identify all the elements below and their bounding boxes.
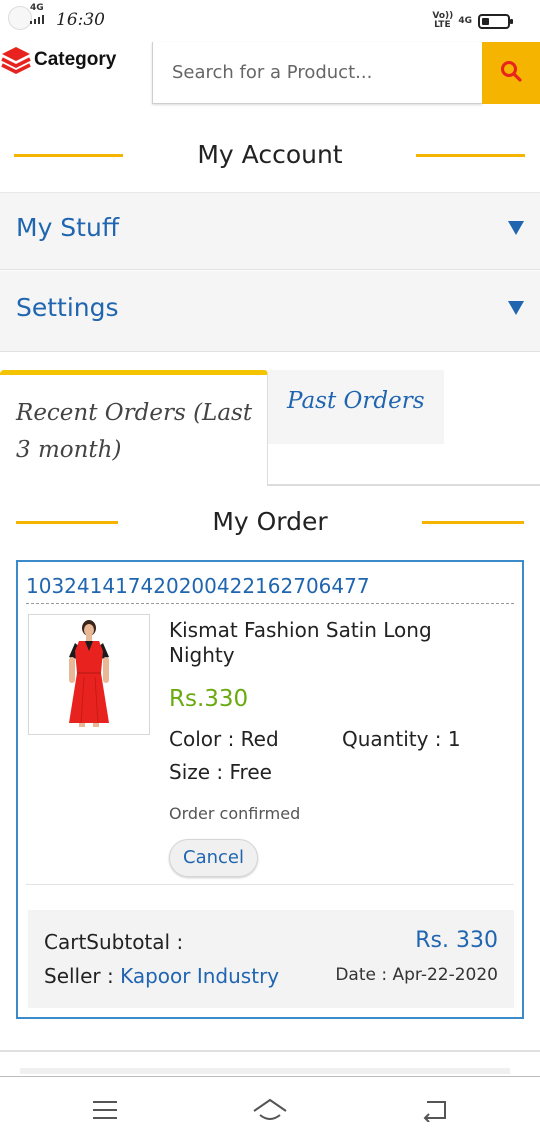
product-image[interactable] xyxy=(28,614,150,735)
search-icon xyxy=(499,59,523,87)
tab-past-orders[interactable]: Past Orders xyxy=(268,370,444,444)
menu-icon[interactable] xyxy=(85,1093,125,1127)
accordion-settings[interactable]: Settings xyxy=(0,271,540,352)
seller-row: Seller : Kapoor Industry xyxy=(44,964,279,988)
signal-bars-icon xyxy=(30,15,44,24)
order-tabs: Recent Orders (Last 3 month) Past Orders xyxy=(0,352,540,486)
product-price: Rs.330 xyxy=(169,686,249,712)
tabs-divider xyxy=(268,484,540,486)
next-card-edge xyxy=(20,1068,510,1074)
header: Category xyxy=(0,42,540,104)
subtotal-label: CartSubtotal : xyxy=(44,930,184,954)
notification-dot-icon xyxy=(8,6,32,30)
product-color: Color : Red xyxy=(169,727,279,751)
search-box xyxy=(152,42,482,104)
status-time: 16:30 xyxy=(56,10,105,30)
search-input[interactable] xyxy=(153,42,482,103)
network-4g-label: 4G xyxy=(458,15,472,26)
product-size: Size : Free xyxy=(169,760,272,784)
category-button[interactable]: Category xyxy=(0,44,116,76)
my-account-heading: My Account xyxy=(0,136,540,176)
heading-rule-right xyxy=(422,521,524,524)
stack-layers-icon xyxy=(0,44,32,76)
back-icon[interactable] xyxy=(414,1093,454,1127)
subtotal-box: CartSubtotal : Rs. 330 Seller : Kapoor I… xyxy=(28,910,514,1008)
tab-recent-orders-label: Recent Orders (Last 3 month) xyxy=(16,400,253,463)
caret-down-icon xyxy=(508,221,524,235)
my-order-heading: My Order xyxy=(0,503,540,543)
accordion-settings-label: Settings xyxy=(16,293,119,322)
nighty-illustration xyxy=(69,620,109,727)
accordion-my-stuff[interactable]: My Stuff xyxy=(0,192,540,270)
product-name-link[interactable]: Kismat Fashion Satin Long Nighty xyxy=(169,618,489,668)
order-id-divider xyxy=(26,603,514,604)
order-date: Date : Apr-22-2020 xyxy=(335,965,498,985)
status-bar: 4G 16:30 Vo)) LTE 4G xyxy=(0,0,540,42)
product-quantity: Quantity : 1 xyxy=(342,727,461,751)
heading-rule-right xyxy=(416,154,525,157)
order-card: 103241417420200422162706477 Kismat Fashi… xyxy=(16,560,524,1019)
tab-recent-orders[interactable]: Recent Orders (Last 3 month) xyxy=(0,370,268,486)
network-type-label: 4G xyxy=(30,3,44,13)
cancel-order-button[interactable]: Cancel xyxy=(169,839,258,877)
order-id-link[interactable]: 103241417420200422162706477 xyxy=(26,574,370,598)
battery-icon xyxy=(478,13,513,29)
seller-prefix: Seller : xyxy=(44,964,121,988)
search-button[interactable] xyxy=(482,42,540,104)
status-right: Vo)) LTE 4G xyxy=(432,11,513,30)
home-icon[interactable] xyxy=(250,1093,290,1127)
seller-link[interactable]: Kapoor Industry xyxy=(120,964,279,988)
volte-label: Vo)) LTE xyxy=(432,11,454,30)
subtotal-value: Rs. 330 xyxy=(415,928,498,953)
category-label: Category xyxy=(34,49,117,70)
tab-past-orders-label: Past Orders xyxy=(287,388,425,414)
card-divider xyxy=(26,884,514,885)
order-status: Order confirmed xyxy=(169,804,301,823)
caret-down-icon xyxy=(508,301,524,315)
status-left xyxy=(8,6,32,30)
section-divider xyxy=(0,1050,540,1052)
system-nav-bar xyxy=(0,1076,540,1140)
accordion-my-stuff-label: My Stuff xyxy=(16,213,120,242)
battery-level xyxy=(482,17,489,25)
